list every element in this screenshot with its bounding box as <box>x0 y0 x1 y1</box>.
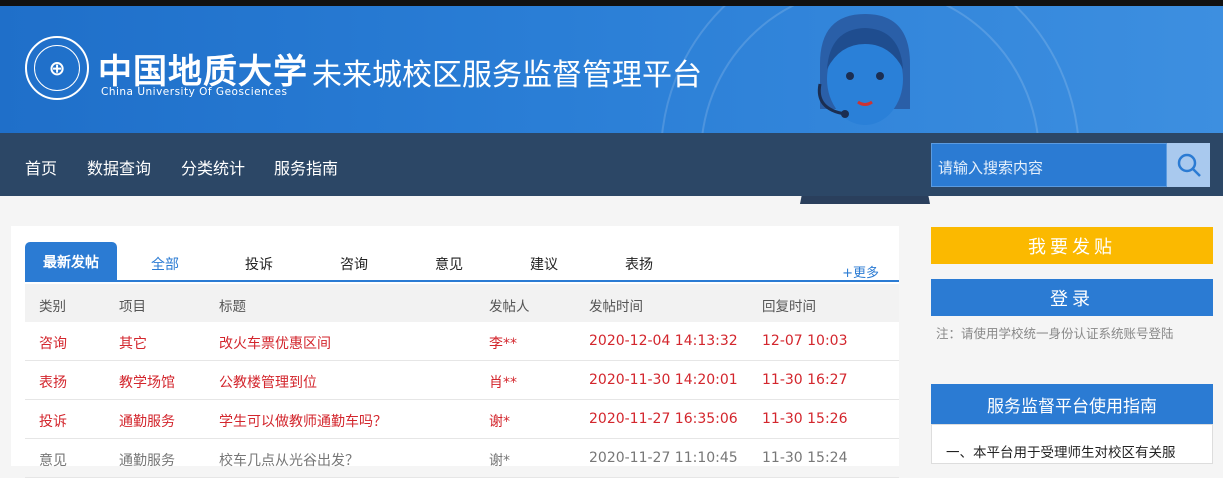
row-reply-time: 12-07 10:03 <box>762 333 848 349</box>
header-reply-time: 回复时间 <box>762 299 816 315</box>
header-category: 类别 <box>39 299 66 315</box>
row-poster: 李** <box>489 336 517 352</box>
table-row[interactable]: 意见 通勤服务 校车几点从光谷出发？ 谢* 2020-11-27 11:10:4… <box>25 439 899 478</box>
search-icon <box>1177 153 1201 177</box>
tab-latest[interactable]: 最新发帖 <box>25 242 117 282</box>
row-poster: 谢* <box>489 453 510 469</box>
tab-praise[interactable]: 表扬 <box>625 254 653 274</box>
row-post-time: 2020-12-04 14:13:32 <box>589 333 738 349</box>
guide-text: 一、本平台用于受理师生对校区有关服 <box>931 424 1213 464</box>
row-post-time: 2020-11-30 14:20:01 <box>589 372 738 388</box>
university-seal-icon: ⊕ <box>25 36 89 100</box>
table-row[interactable]: 表扬 教学场馆 公教楼管理到位 肖** 2020-11-30 14:20:01 … <box>25 361 899 400</box>
more-link[interactable]: +更多 <box>842 262 879 281</box>
table-row[interactable]: 咨询 其它 改火车票优惠区间 李** 2020-12-04 14:13:32 1… <box>25 322 899 361</box>
post-tabs: 最新发帖 全部 投诉 咨询 意见 建议 表扬 +更多 <box>25 242 899 282</box>
login-note: 注：请使用学校统一身份认证系统账号登陆 <box>936 326 1174 341</box>
row-category: 表扬 <box>39 375 67 391</box>
tab-all[interactable]: 全部 <box>151 254 179 274</box>
header-poster: 发帖人 <box>489 299 530 315</box>
row-reply-time: 11-30 15:24 <box>762 450 848 466</box>
site-title: 未来城校区服务监督管理平台 <box>312 58 702 93</box>
table-row[interactable]: 投诉 通勤服务 学生可以做教师通勤车吗？ 谢* 2020-11-27 16:35… <box>25 400 899 439</box>
row-poster: 谢* <box>489 414 510 430</box>
header-post-time: 发帖时间 <box>589 299 643 315</box>
row-title[interactable]: 学生可以做教师通勤车吗？ <box>219 411 387 431</box>
nav-item-home[interactable]: 首页 <box>25 155 57 179</box>
header-banner: ⊕ 中国地质大学 China University Of Geosciences… <box>0 6 1223 133</box>
tab-consult[interactable]: 咨询 <box>340 254 368 274</box>
guide-title: 服务监督平台使用指南 <box>931 384 1213 424</box>
row-post-time: 2020-11-27 11:10:45 <box>589 450 738 466</box>
new-post-button[interactable]: 我要发贴 <box>931 227 1213 264</box>
header-title: 标题 <box>219 299 246 315</box>
logo-english-name: China University Of Geosciences <box>101 86 288 98</box>
nav-item-data-query[interactable]: 数据查询 <box>87 155 151 179</box>
row-reply-time: 11-30 15:26 <box>762 411 848 427</box>
nav-item-statistics[interactable]: 分类统计 <box>181 155 245 179</box>
login-button[interactable]: 登录 <box>931 279 1213 316</box>
row-title[interactable]: 改火车票优惠区间 <box>219 333 331 353</box>
tab-complaint[interactable]: 投诉 <box>245 254 273 274</box>
row-item: 通勤服务 <box>119 453 175 469</box>
row-item: 通勤服务 <box>119 414 175 430</box>
row-item: 教学场馆 <box>119 375 175 391</box>
row-title[interactable]: 校车几点从光谷出发？ <box>219 450 359 470</box>
search-button[interactable] <box>1167 143 1210 187</box>
header-item: 项目 <box>119 299 146 315</box>
nav-item-service-guide[interactable]: 服务指南 <box>274 155 338 179</box>
row-post-time: 2020-11-27 16:35:06 <box>589 411 738 427</box>
row-category: 咨询 <box>39 336 67 352</box>
row-title[interactable]: 公教楼管理到位 <box>219 372 317 392</box>
row-category: 投诉 <box>39 414 67 430</box>
search-input[interactable]: 请输入搜索内容 <box>931 143 1167 187</box>
row-item: 其它 <box>119 336 147 352</box>
row-poster: 肖** <box>489 375 517 391</box>
table-header: 类别 项目 标题 发帖人 发帖时间 回复时间 <box>25 284 899 322</box>
row-category: 意见 <box>39 453 67 469</box>
posts-panel: 最新发帖 全部 投诉 咨询 意见 建议 表扬 +更多 类别 项目 标题 发帖人 … <box>11 226 899 478</box>
row-reply-time: 11-30 16:27 <box>762 372 848 388</box>
tab-suggestion[interactable]: 建议 <box>530 254 558 274</box>
tab-opinion[interactable]: 意见 <box>435 254 463 274</box>
